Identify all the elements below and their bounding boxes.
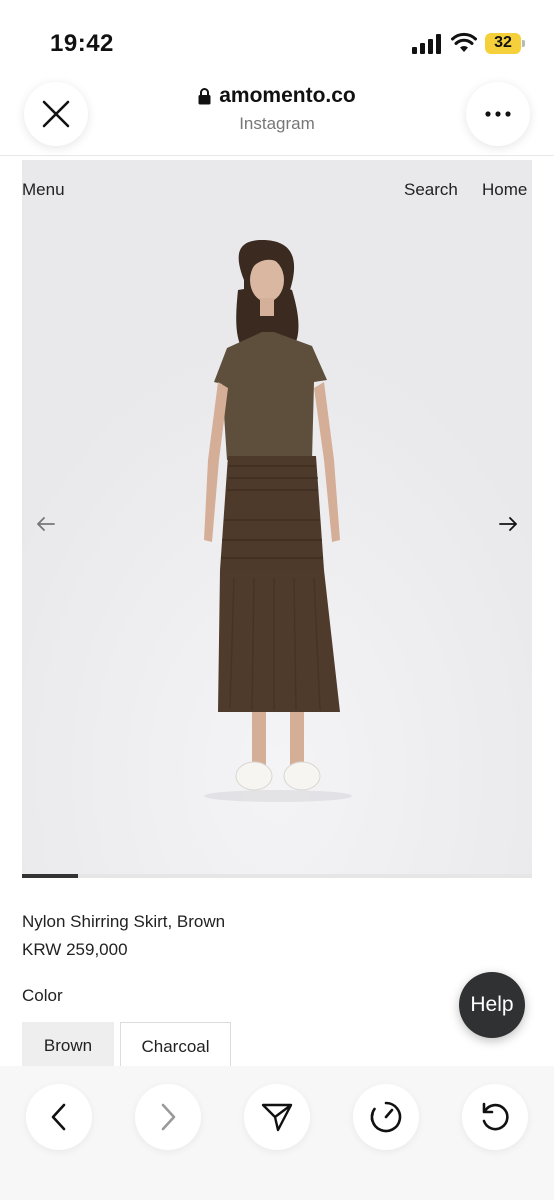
reload-button[interactable] [462,1084,528,1150]
speed-button[interactable] [353,1084,419,1150]
back-icon [51,1103,66,1131]
color-option-charcoal[interactable]: Charcoal [120,1022,231,1070]
battery-icon: 32 [485,33,525,54]
product-gallery[interactable] [22,160,532,878]
product-photo [22,160,532,878]
lock-icon [198,87,211,104]
gallery-progress [22,874,532,878]
gallery-progress-fill [22,874,79,878]
close-button[interactable] [24,82,88,146]
arrow-right-icon [499,517,517,531]
nav-home[interactable]: Home [482,180,527,200]
gallery-next-button[interactable] [494,510,522,538]
more-icon [485,111,511,117]
url-line: amomento.co [120,84,434,108]
battery-cap [522,40,525,47]
gallery-prev-button[interactable] [32,510,60,538]
share-icon [261,1103,293,1132]
back-button[interactable] [26,1084,92,1150]
product-name: Nylon Shirring Skirt, Brown [22,912,226,931]
color-option-brown[interactable]: Brown [22,1022,114,1070]
nav-menu[interactable]: Menu [22,180,65,200]
url-domain: amomento.co [219,84,356,107]
speed-icon [370,1101,402,1133]
forward-icon [161,1103,176,1131]
browser-header: amomento.co Instagram [0,72,554,156]
status-time: 19:42 [50,30,114,57]
forward-button[interactable] [135,1084,201,1150]
close-icon [42,100,70,128]
signal-icon [412,34,441,54]
url-source: Instagram [239,114,315,133]
site-nav: Menu Search Home [0,160,554,220]
reload-icon [482,1102,509,1131]
wifi-icon [451,32,477,52]
arrow-left-icon [37,517,55,531]
status-bar: 19:42 32 [0,0,554,70]
battery-level: 32 [494,34,512,51]
bottom-toolbar [0,1066,554,1200]
share-button[interactable] [244,1084,310,1150]
color-label: Color [22,986,63,1005]
url-bar[interactable]: amomento.co Instagram [120,84,434,134]
help-button[interactable]: Help [459,972,525,1038]
more-button[interactable] [466,82,530,146]
product-price: KRW 259,000 [22,940,128,959]
nav-search[interactable]: Search [404,180,458,200]
